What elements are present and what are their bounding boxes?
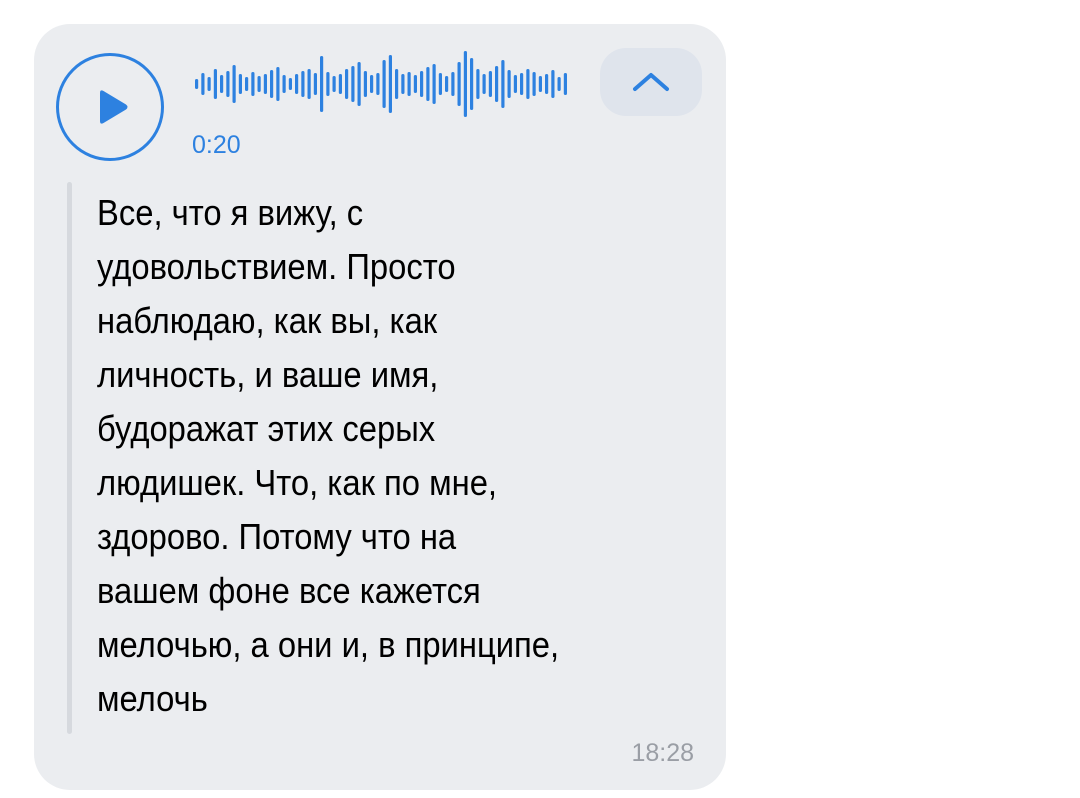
waveform-bar: [507, 70, 511, 98]
waveform-bar: [276, 67, 280, 101]
waveform-bar: [463, 51, 467, 117]
waveform-bar: [313, 73, 317, 95]
waveform-bar: [326, 72, 330, 96]
waveform-bar: [382, 60, 386, 108]
waveform-bar: [538, 76, 542, 92]
waveform-bar: [263, 74, 267, 94]
waveform-bar: [370, 75, 374, 93]
waveform-bar: [232, 65, 236, 103]
waveform-bar: [226, 71, 230, 97]
waveform-bar: [207, 77, 211, 91]
waveform-bar: [338, 74, 342, 94]
waveform-bar: [445, 76, 449, 92]
waveform-bar: [513, 75, 517, 93]
waveform-bar: [357, 62, 361, 106]
waveform-bar: [432, 64, 436, 104]
message-time: 18:28: [631, 739, 694, 767]
waveform-bar: [545, 74, 549, 94]
chevron-up-icon: [633, 73, 669, 91]
waveform-bar: [257, 76, 261, 92]
waveform-bar: [220, 75, 224, 93]
waveform-bar: [307, 69, 311, 99]
waveform-bar: [351, 66, 355, 102]
waveform-bar: [482, 74, 486, 94]
waveform-bar: [295, 74, 299, 94]
waveform-bar: [395, 69, 399, 99]
waveform-bar: [470, 58, 474, 110]
waveform-bar: [526, 69, 530, 99]
waveform-bar: [451, 72, 455, 96]
waveform-bar: [488, 71, 492, 97]
waveform-bar: [407, 72, 411, 96]
waveform-bar: [238, 74, 242, 94]
transcript-quote-bar: [67, 182, 72, 734]
waveform-bar: [320, 56, 324, 112]
waveform-bar: [251, 72, 255, 96]
waveform-bar: [195, 79, 199, 89]
waveform-bar: [457, 62, 461, 106]
waveform-bar: [332, 76, 336, 92]
waveform-bar: [345, 69, 349, 99]
waveform-bar: [213, 69, 217, 99]
waveform-bar: [270, 70, 274, 98]
audio-waveform[interactable]: [193, 48, 573, 120]
waveform-bar: [557, 77, 561, 91]
waveform-bar: [201, 73, 205, 95]
waveform-bar: [401, 74, 405, 94]
waveform-bar: [282, 75, 286, 93]
collapse-transcript-button[interactable]: [600, 48, 702, 116]
waveform-bar: [420, 71, 424, 97]
waveform-bar: [363, 71, 367, 97]
waveform-bar: [532, 72, 536, 96]
play-button[interactable]: [56, 53, 164, 161]
transcript-text: Все, что я вижу, с удовольствием. Просто…: [97, 192, 560, 719]
waveform-bar: [495, 66, 499, 102]
waveform-bar: [245, 77, 249, 91]
waveform-bar: [376, 73, 380, 95]
waveform-bar: [413, 75, 417, 93]
waveform-bar: [563, 73, 567, 95]
waveform-bar: [551, 70, 555, 98]
waveform-bar: [426, 67, 430, 101]
audio-duration: 0:20: [192, 131, 241, 159]
waveform-bar: [476, 69, 480, 99]
waveform-bar: [438, 73, 442, 95]
waveform-bar: [520, 73, 524, 95]
waveform-bar: [301, 71, 305, 97]
waveform-bar: [288, 78, 292, 90]
play-icon: [100, 90, 128, 124]
waveform-bar: [388, 55, 392, 113]
waveform-bar: [501, 60, 505, 108]
